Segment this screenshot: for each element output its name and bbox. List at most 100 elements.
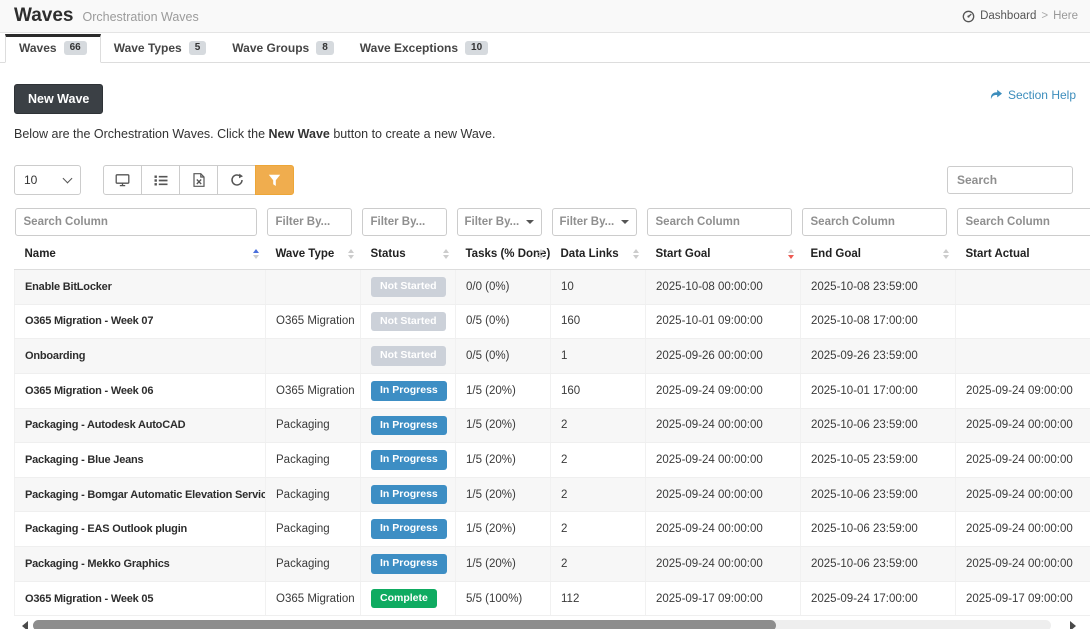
scroll-left-arrow-icon[interactable] (22, 621, 28, 629)
sort-icon (943, 249, 949, 259)
cell-wave-type: Packaging (266, 547, 361, 582)
sort-up-arrow (538, 249, 544, 253)
cell-end-goal: 2025-10-06 23:59:00 (801, 547, 956, 582)
sort-down-arrow (538, 255, 544, 259)
monitor-view-button[interactable] (103, 165, 142, 195)
table-row[interactable]: O365 Migration - Week 07O365 MigrationNo… (15, 304, 1090, 339)
cell-end-goal: 2025-10-01 17:00:00 (801, 373, 956, 408)
status-badge: In Progress (371, 416, 447, 436)
column-header-start-goal[interactable]: Start Goal (646, 239, 801, 270)
filter-funnel-icon (268, 174, 281, 187)
chevron-down-icon (63, 173, 73, 183)
sort-icon (253, 249, 259, 259)
column-filter-input-7[interactable] (957, 208, 1090, 236)
page-size-select[interactable]: 10 (14, 165, 81, 195)
cell-status: In Progress (361, 547, 456, 582)
column-header-tasks-done[interactable]: Tasks (% Done) (456, 239, 551, 270)
cell-name: Packaging - Mekko Graphics (15, 547, 266, 582)
breadcrumb-dashboard[interactable]: Dashboard (980, 10, 1036, 22)
column-filter-input-6[interactable] (802, 208, 947, 236)
section-help-link[interactable]: Section Help (989, 88, 1076, 102)
column-header-wave-type[interactable]: Wave Type (266, 239, 361, 270)
column-header-label: Start Actual (966, 248, 1030, 260)
cell-data-links: 1 (551, 339, 646, 374)
cell-tasks: 1/5 (20%) (456, 512, 551, 547)
tab-wave-types[interactable]: Wave Types5 (101, 35, 220, 62)
filter-placeholder: Filter By... (560, 216, 615, 228)
cell-start-goal: 2025-09-26 00:00:00 (646, 339, 801, 374)
refresh-button[interactable] (217, 165, 256, 195)
export-excel-button[interactable] (179, 165, 218, 195)
column-header-end-goal[interactable]: End Goal (801, 239, 956, 270)
cell-name: Onboarding (15, 339, 266, 374)
tab-wave-groups[interactable]: Wave Groups8 (219, 35, 346, 62)
table-row[interactable]: Packaging - Bomgar Automatic Elevation S… (15, 477, 1090, 512)
cell-data-links: 160 (551, 304, 646, 339)
cell-wave-type (266, 270, 361, 305)
tab-wave-exceptions[interactable]: Wave Exceptions10 (347, 35, 501, 62)
cell-status: In Progress (361, 512, 456, 547)
column-header-status[interactable]: Status (361, 239, 456, 270)
table-row[interactable]: O365 Migration - Week 06O365 MigrationIn… (15, 373, 1090, 408)
search-input[interactable] (947, 166, 1073, 194)
sort-up-arrow (253, 249, 259, 253)
scrollbar-thumb[interactable] (33, 620, 776, 629)
cell-status: Not Started (361, 270, 456, 305)
cell-start-goal: 2025-10-01 09:00:00 (646, 304, 801, 339)
breadcrumb: Dashboard > Here (962, 10, 1078, 23)
column-header-start-actual[interactable]: Start Actual (956, 239, 1090, 270)
table-row[interactable]: Enable BitLockerNot Started0/0 (0%)10202… (15, 270, 1090, 305)
scrollbar-track[interactable] (33, 620, 1051, 629)
sort-up-arrow (943, 249, 949, 253)
cell-status: Not Started (361, 304, 456, 339)
table-row[interactable]: OnboardingNot Started0/5 (0%)12025-09-26… (15, 339, 1090, 374)
cell-wave-type: O365 Migration (266, 304, 361, 339)
sort-icon (348, 249, 354, 259)
sort-down-arrow (943, 255, 949, 259)
column-filter-input-0[interactable] (15, 208, 257, 236)
new-wave-button[interactable]: New Wave (14, 84, 103, 114)
cell-wave-type: Packaging (266, 408, 361, 443)
cell-start-goal: 2025-09-24 00:00:00 (646, 477, 801, 512)
table-body: Enable BitLockerNot Started0/0 (0%)10202… (15, 270, 1090, 616)
column-header-label: Data Links (561, 248, 619, 260)
table-row[interactable]: Packaging - Autodesk AutoCADPackagingIn … (15, 408, 1090, 443)
filter-row: Filter By... Filter By... (15, 206, 1090, 239)
cell-start-actual: 2025-09-24 00:00:00 (956, 477, 1090, 512)
column-filter-input-2[interactable] (362, 208, 447, 236)
column-filter-input-1[interactable] (267, 208, 352, 236)
column-header-name[interactable]: Name (15, 239, 266, 270)
cell-name: Packaging - Blue Jeans (15, 443, 266, 478)
column-filter-select-4[interactable]: Filter By... (552, 208, 637, 236)
cell-wave-type: O365 Migration (266, 581, 361, 616)
tab-count-badge: 8 (316, 41, 334, 55)
cell-name: Enable BitLocker (15, 270, 266, 305)
status-badge: In Progress (371, 450, 447, 470)
tab-waves[interactable]: Waves66 (5, 34, 101, 63)
filter-toggle-button[interactable] (255, 165, 294, 195)
section-help-arrow-icon (989, 89, 1003, 101)
cell-data-links: 2 (551, 477, 646, 512)
horizontal-scrollbar (14, 620, 1076, 629)
column-filter-select-3[interactable]: Filter By... (457, 208, 542, 236)
table-row[interactable]: O365 Migration - Week 05O365 MigrationCo… (15, 581, 1090, 616)
cell-end-goal: 2025-10-06 23:59:00 (801, 477, 956, 512)
filter-cell-1 (266, 206, 361, 239)
table-row[interactable]: Packaging - Mekko GraphicsPackagingIn Pr… (15, 547, 1090, 582)
waves-table: Filter By...Filter By... NameWave TypeSt… (14, 206, 1090, 616)
caret-down-icon (621, 220, 629, 224)
cell-tasks: 5/5 (100%) (456, 581, 551, 616)
column-filter-input-5[interactable] (647, 208, 792, 236)
column-header-data-links[interactable]: Data Links (551, 239, 646, 270)
cell-start-goal: 2025-10-08 00:00:00 (646, 270, 801, 305)
monitor-icon (115, 173, 130, 187)
table-view-button-group (103, 165, 294, 195)
sort-icon (633, 249, 639, 259)
page-size-value: 10 (24, 173, 37, 187)
list-view-button[interactable] (141, 165, 180, 195)
cell-start-actual: 2025-09-24 00:00:00 (956, 408, 1090, 443)
table-row[interactable]: Packaging - EAS Outlook pluginPackagingI… (15, 512, 1090, 547)
scroll-right-arrow-icon[interactable] (1070, 621, 1076, 629)
dashboard-icon (962, 10, 975, 23)
table-row[interactable]: Packaging - Blue JeansPackagingIn Progre… (15, 443, 1090, 478)
